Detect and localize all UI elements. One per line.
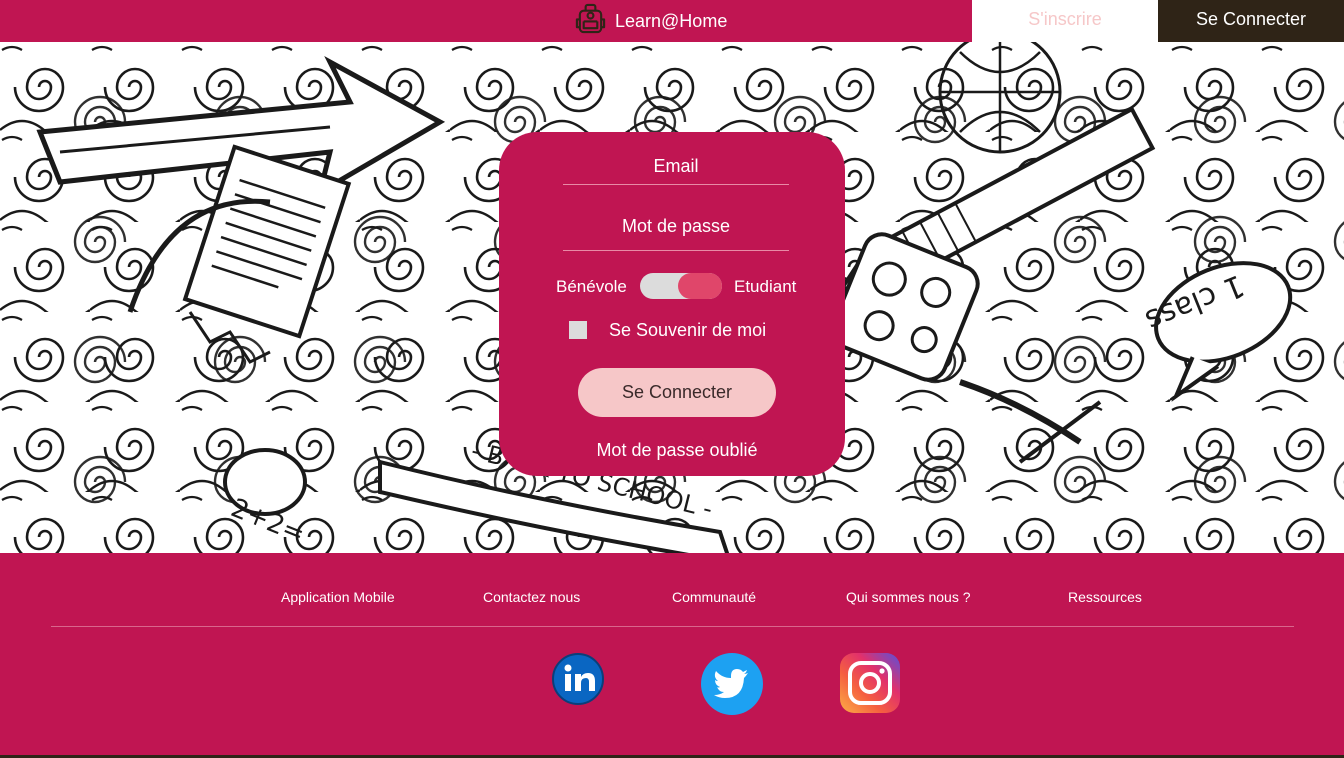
linkedin-icon[interactable] xyxy=(552,653,604,710)
footer: Application Mobile Contactez nous Commun… xyxy=(0,553,1344,755)
password-field[interactable] xyxy=(563,202,789,251)
login-submit-button[interactable]: Se Connecter xyxy=(578,368,776,417)
top-navbar: Learn@Home S'inscrire Se Connecter xyxy=(0,0,1344,42)
email-field[interactable] xyxy=(563,148,789,185)
remember-me-label: Se Souvenir de moi xyxy=(609,320,767,340)
signup-button[interactable]: S'inscrire xyxy=(972,0,1158,42)
backpack-icon xyxy=(574,2,607,40)
brand-name: Learn@Home xyxy=(615,10,728,31)
header-login-button[interactable]: Se Connecter xyxy=(1158,0,1344,42)
role-toggle-knob xyxy=(678,273,722,299)
footer-divider xyxy=(51,626,1294,627)
role-toggle[interactable] xyxy=(640,273,722,299)
volunteer-label: Bénévole xyxy=(556,277,627,296)
forgot-password-link[interactable]: Mot de passe oublié xyxy=(499,440,855,461)
student-label: Etudiant xyxy=(734,277,797,296)
twitter-icon[interactable] xyxy=(701,653,763,720)
brand[interactable]: Learn@Home xyxy=(574,2,728,40)
instagram-icon[interactable] xyxy=(840,653,900,718)
footer-link-about[interactable]: Qui sommes nous ? xyxy=(846,589,971,605)
footer-link-contact[interactable]: Contactez nous xyxy=(483,589,580,605)
remember-me-checkbox[interactable] xyxy=(569,321,587,339)
role-toggle-row: Bénévole Etudiant xyxy=(499,272,845,300)
login-card: Bénévole Etudiant Se Souvenir de moi Se … xyxy=(499,132,845,476)
footer-link-community[interactable]: Communauté xyxy=(672,589,756,605)
footer-link-resources[interactable]: Ressources xyxy=(1068,589,1142,605)
footer-link-mobile-app[interactable]: Application Mobile xyxy=(281,589,395,605)
